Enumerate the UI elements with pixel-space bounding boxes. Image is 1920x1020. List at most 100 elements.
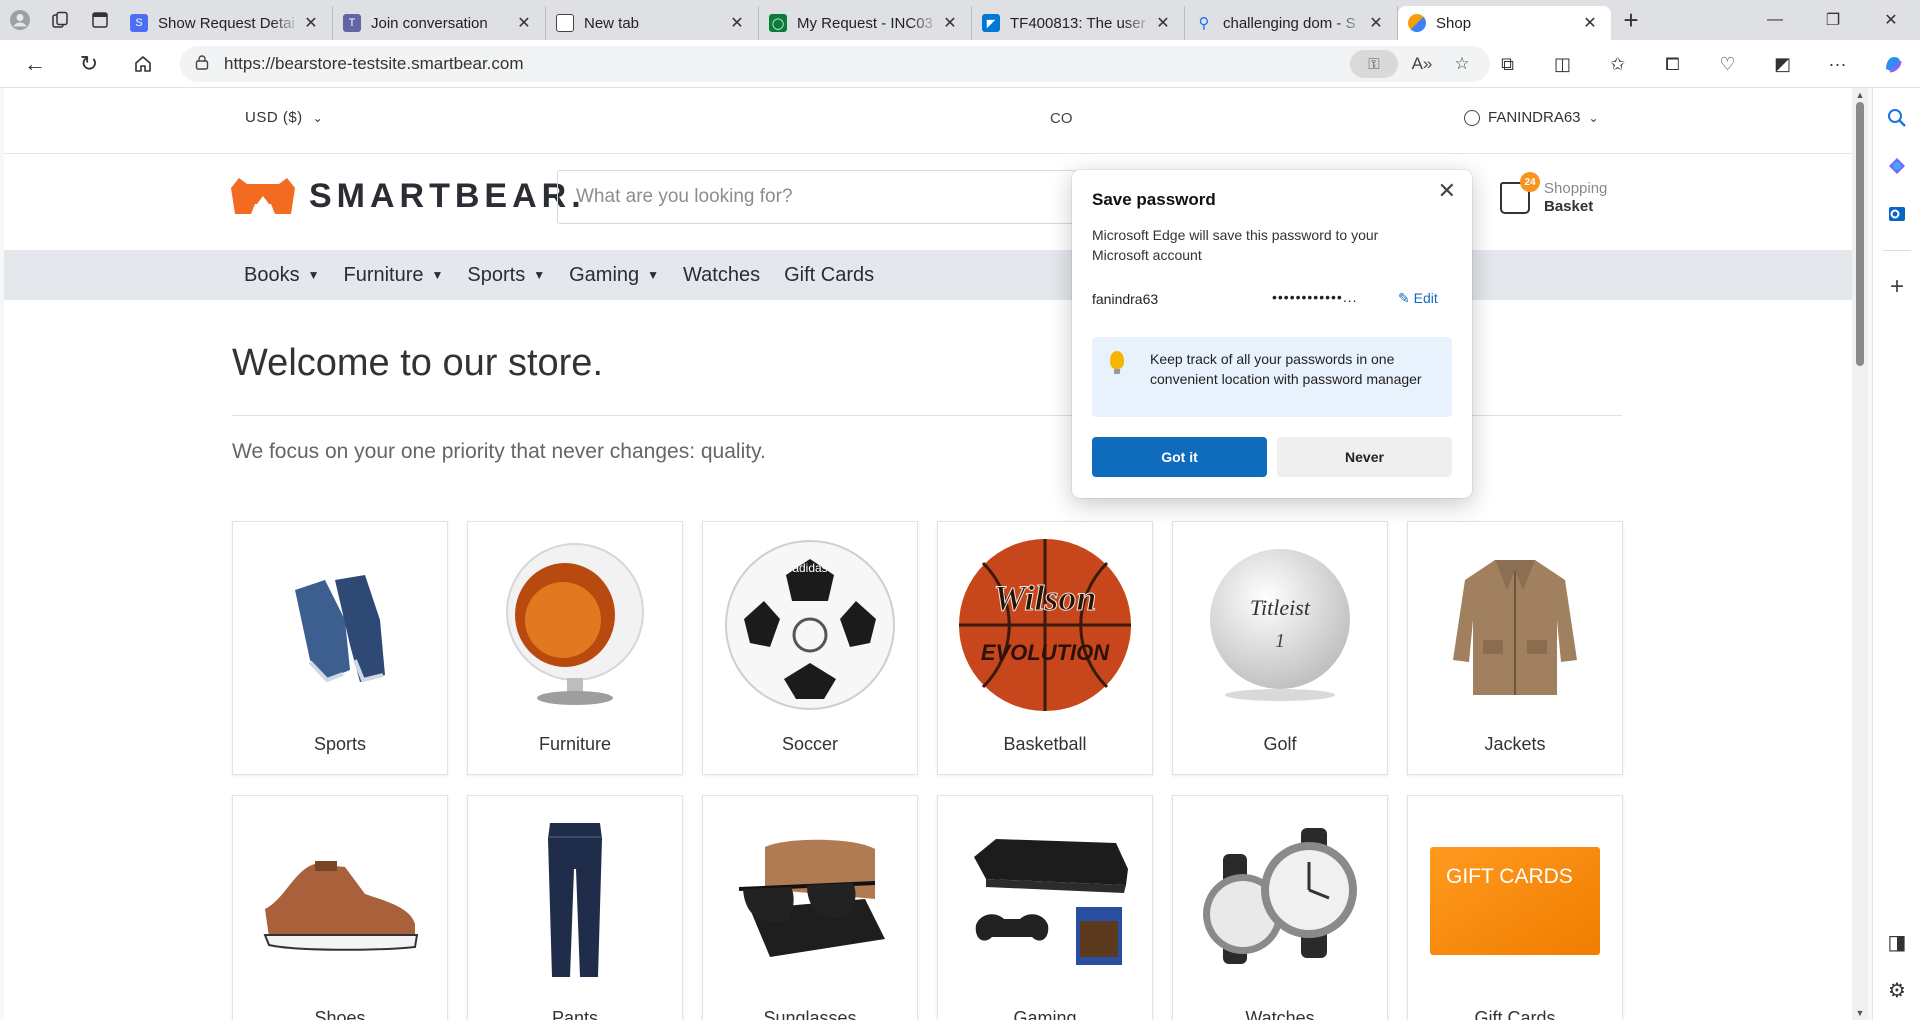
tab-close-icon[interactable]: ✕: [939, 13, 961, 33]
add-icon[interactable]: +: [1873, 263, 1920, 311]
edge-sidebar: + ◨ ⚙: [1872, 88, 1920, 1020]
nav-item-gift-cards[interactable]: Gift Cards: [784, 264, 874, 287]
store-logo[interactable]: SMARTBEAR.: [229, 176, 586, 216]
tab-actions-icon[interactable]: [80, 0, 120, 40]
category-card-sports[interactable]: Sports: [232, 521, 448, 775]
scroll-down-icon[interactable]: ▼: [1852, 1008, 1868, 1018]
currency-selector[interactable]: USD ($) ⌄: [245, 109, 323, 126]
tab-close-icon[interactable]: ✕: [1579, 13, 1601, 33]
tab-close-icon[interactable]: ✕: [513, 13, 535, 33]
favorites-icon[interactable]: ✩: [1590, 40, 1645, 88]
profile-icon[interactable]: [0, 0, 40, 40]
scrollbar-thumb[interactable]: [1856, 102, 1864, 366]
nav-label: Sports: [467, 263, 526, 286]
tab-close-icon[interactable]: ✕: [726, 13, 748, 33]
browser-tab[interactable]: ◤ TF400813: The user ✕: [972, 6, 1185, 40]
password-manager-hint: Keep track of all your passwords in one …: [1092, 337, 1452, 417]
password-key-icon[interactable]: ⚿: [1350, 50, 1398, 78]
dialog-title: Save password: [1092, 190, 1216, 209]
category-name: Basketball: [1003, 734, 1087, 754]
minimize-icon[interactable]: —: [1746, 0, 1804, 40]
favorite-star-icon[interactable]: ☆: [1446, 48, 1478, 80]
workspaces-icon[interactable]: [40, 0, 80, 40]
browser-tab[interactable]: ⚲ challenging dom - S ✕: [1185, 6, 1398, 40]
browser-tab[interactable]: S Show Request Detai ✕: [120, 6, 333, 40]
more-options-icon[interactable]: ···: [1810, 40, 1865, 88]
tab-close-icon[interactable]: ✕: [1365, 13, 1387, 33]
got-it-button[interactable]: Got it: [1092, 437, 1267, 477]
close-window-icon[interactable]: ✕: [1862, 0, 1920, 40]
tab-close-icon[interactable]: ✕: [1152, 13, 1174, 33]
edge-workspace-icon[interactable]: ◩: [1755, 40, 1810, 88]
search-input[interactable]: What are you looking for?: [557, 170, 1077, 224]
back-icon[interactable]: ←: [14, 46, 56, 82]
address-bar[interactable]: https://bearstore-testsite.smartbear.com…: [180, 46, 1490, 82]
sneaker-icon: [251, 810, 429, 988]
refresh-icon[interactable]: ↻: [68, 46, 110, 82]
category-card-golf[interactable]: Titleist 1 Golf: [1172, 521, 1388, 775]
category-name: Gift Cards: [1474, 1008, 1556, 1020]
bear-logo-icon: [231, 178, 295, 214]
sidebar-toggle-icon[interactable]: ◨: [1873, 918, 1920, 966]
browser-tab[interactable]: ◯ My Request - INC03 ✕: [759, 6, 972, 40]
category-name: Sunglasses: [763, 1008, 857, 1020]
collections-icon[interactable]: ⧠: [1645, 40, 1700, 88]
extensions-icon[interactable]: ⧉: [1480, 40, 1535, 88]
new-tab-button[interactable]: +: [1611, 0, 1651, 40]
category-card-jackets[interactable]: Jackets: [1407, 521, 1623, 775]
category-card-gift-cards[interactable]: GIFT CARDS Gift Cards: [1407, 795, 1623, 1020]
teams-favicon-icon: T: [343, 14, 361, 32]
search-favicon-icon: ⚲: [1198, 15, 1210, 32]
store-top-strip: USD ($) ⌄ CO FANINDRA63 ⌄: [4, 88, 1852, 154]
category-card-gaming[interactable]: Gaming: [937, 795, 1153, 1020]
close-icon[interactable]: ✕: [1438, 178, 1456, 204]
never-button[interactable]: Never: [1277, 437, 1452, 477]
category-card-soccer[interactable]: adidas Soccer: [702, 521, 918, 775]
category-name: Shoes: [314, 1008, 366, 1020]
settings-gear-icon[interactable]: ⚙: [1873, 966, 1920, 1014]
category-card-shoes[interactable]: Shoes: [232, 795, 448, 1020]
tab-close-icon[interactable]: ✕: [300, 13, 322, 33]
store-header: SMARTBEAR. What are you looking for? 24 …: [4, 154, 1852, 250]
sidebar-divider: [1882, 250, 1911, 251]
basket-icon: 24: [1500, 172, 1540, 214]
lock-icon[interactable]: [180, 54, 224, 74]
copilot-icon[interactable]: [1865, 40, 1920, 88]
page-scrollbar[interactable]: ▲ ▼: [1852, 88, 1868, 1020]
nav-item-gaming[interactable]: Gaming ▼: [569, 264, 659, 287]
browser-tab[interactable]: T Join conversation ✕: [333, 6, 546, 40]
browser-essentials-icon[interactable]: ♡: [1700, 40, 1755, 88]
url-text[interactable]: https://bearstore-testsite.smartbear.com: [224, 54, 1350, 74]
saved-password-mask: ••••••••••••...: [1272, 289, 1358, 305]
read-aloud-icon[interactable]: A»: [1406, 48, 1438, 80]
category-card-sunglasses[interactable]: Sunglasses: [702, 795, 918, 1020]
nav-item-furniture[interactable]: Furniture ▼: [343, 264, 443, 287]
account-menu[interactable]: FANINDRA63 ⌄: [1464, 109, 1599, 126]
edit-password-link[interactable]: ✎ Edit: [1398, 290, 1438, 307]
gift-card-icon: GIFT CARDS: [1426, 810, 1604, 988]
nav-item-sports[interactable]: Sports ▼: [467, 264, 545, 287]
category-card-watches[interactable]: Watches: [1172, 795, 1388, 1020]
home-icon[interactable]: [122, 46, 164, 82]
scroll-up-icon[interactable]: ▲: [1852, 90, 1868, 100]
split-screen-icon[interactable]: ◫: [1535, 40, 1590, 88]
contact-link[interactable]: CO: [1050, 110, 1073, 127]
category-card-furniture[interactable]: Furniture: [467, 521, 683, 775]
browser-toolbar: ← ↻ https://bearstore-testsite.smartbear…: [0, 40, 1920, 88]
search-icon[interactable]: [1873, 94, 1920, 142]
outlook-icon[interactable]: [1873, 190, 1920, 238]
shopping-basket[interactable]: 24 Shopping Basket: [1500, 172, 1607, 216]
chevron-down-icon: ▼: [307, 268, 320, 282]
maximize-icon[interactable]: ❐: [1804, 0, 1862, 40]
account-name: FANINDRA63: [1488, 109, 1581, 126]
category-card-pants[interactable]: Pants: [467, 795, 683, 1020]
nav-item-watches[interactable]: Watches: [683, 264, 760, 287]
category-card-basketball[interactable]: Wilson EVOLUTION Basketball: [937, 521, 1153, 775]
webpage: USD ($) ⌄ CO FANINDRA63 ⌄ SMARTBEAR. What…: [4, 88, 1852, 1020]
browser-tab[interactable]: New tab ✕: [546, 6, 759, 40]
nav-item-books[interactable]: Books ▼: [244, 264, 319, 287]
browser-tab-active[interactable]: Shop ✕: [1398, 6, 1611, 40]
gift-card-label: GIFT CARDS: [1446, 865, 1573, 888]
basket-label-line2: Basket: [1544, 198, 1594, 215]
copilot-sidebar-icon[interactable]: [1873, 142, 1920, 190]
